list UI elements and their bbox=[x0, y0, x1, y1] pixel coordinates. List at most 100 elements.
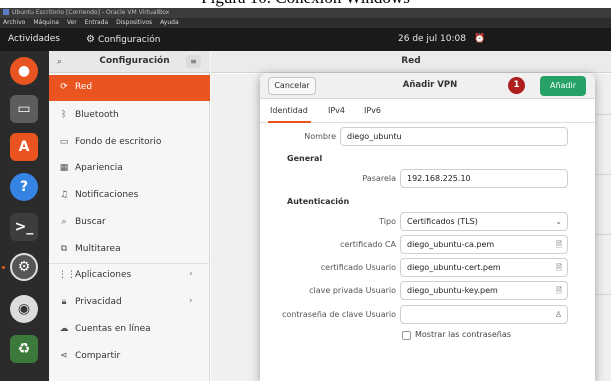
gear-icon: ⚙ bbox=[86, 34, 95, 45]
clock[interactable]: 26 de jul 10:08 ⏰ bbox=[398, 34, 485, 44]
app-menu[interactable]: ⚙ Configuración bbox=[86, 34, 160, 45]
search-icon[interactable]: ⌕ bbox=[57, 57, 62, 67]
firefox-icon[interactable]: ● bbox=[10, 57, 38, 85]
hamburger-menu-icon[interactable]: ≡ bbox=[186, 55, 201, 68]
sidebar-item-red[interactable]: ⟳ Red bbox=[49, 75, 210, 101]
sidebar-item-label: Apariencia bbox=[75, 163, 123, 173]
sidebar-item-privacidad[interactable]: 🔒︎ Privacidad › bbox=[49, 290, 210, 316]
gateway-field-value: 192.168.225.10 bbox=[407, 174, 471, 183]
key-password-label: contraseña de clave Usuario bbox=[282, 310, 396, 319]
name-field[interactable]: diego_ubuntu bbox=[340, 127, 568, 146]
vbox-title-text: Ubuntu Escritorio [Corriendo] - Oracle V… bbox=[12, 9, 170, 16]
sidebar-item-multitarea[interactable]: ⧉ Multitarea bbox=[49, 237, 210, 263]
sidebar-item-label: Cuentas en línea bbox=[75, 324, 151, 334]
network-icon: ⟳ bbox=[60, 82, 68, 92]
share-icon: ⋖ bbox=[60, 351, 68, 361]
virtualbox-icon bbox=[3, 9, 9, 15]
page-title: Red bbox=[401, 56, 421, 66]
sidebar-item-label: Bluetooth bbox=[75, 110, 119, 120]
multitask-icon: ⧉ bbox=[60, 244, 68, 254]
menu-maquina[interactable]: Máquina bbox=[33, 19, 59, 26]
content-header: Red bbox=[211, 51, 611, 73]
tab-ipv4[interactable]: IPv4 bbox=[328, 106, 345, 115]
search-icon: ⌕ bbox=[61, 217, 67, 227]
type-select[interactable]: Certificados (TLS) ⌄ bbox=[400, 212, 568, 231]
gnome-topbar: Actividades ⚙ Configuración 26 de jul 10:… bbox=[0, 28, 611, 51]
user-cert-field[interactable]: diego_ubuntu-cert.pem 🗎 bbox=[400, 258, 568, 277]
sidebar-item-compartir[interactable]: ⋖ Compartir bbox=[49, 344, 210, 370]
sidebar-item-notificaciones[interactable]: ♫ Notificaciones bbox=[49, 183, 210, 209]
files-icon[interactable]: ▭ bbox=[10, 95, 38, 123]
bell-icon: ♫ bbox=[59, 190, 69, 200]
sidebar-item-label: Fondo de escritorio bbox=[75, 137, 162, 147]
apps-icon: ⋮⋮ bbox=[58, 270, 76, 280]
help-icon[interactable]: ? bbox=[10, 173, 38, 201]
dialog-header: Cancelar Añadir VPN 1 Añadir bbox=[260, 73, 595, 99]
menu-dispositivos[interactable]: Dispositivos bbox=[116, 19, 152, 26]
clock-label: 26 de jul 10:08 bbox=[398, 34, 466, 44]
bluetooth-icon: ᛒ bbox=[61, 110, 67, 120]
gateway-label: Pasarela bbox=[362, 174, 396, 183]
file-picker-icon[interactable]: 🗎 bbox=[556, 236, 562, 253]
ca-cert-label: certificado CA bbox=[340, 240, 396, 249]
sidebar-item-label: Red bbox=[75, 82, 93, 92]
chevron-right-icon: › bbox=[189, 296, 193, 306]
sidebar-item-label: Notificaciones bbox=[75, 190, 139, 200]
sidebar-item-apariencia[interactable]: ▦ Apariencia bbox=[49, 156, 210, 182]
ca-cert-value: diego_ubuntu-ca.pem bbox=[407, 240, 495, 249]
general-section-label: General bbox=[287, 154, 323, 163]
menu-ayuda[interactable]: Ayuda bbox=[160, 19, 179, 26]
name-field-value: diego_ubuntu bbox=[347, 132, 402, 141]
sidebar-item-cuentas[interactable]: ☁ Cuentas en línea bbox=[49, 317, 210, 343]
disc-icon[interactable]: ◉ bbox=[10, 295, 38, 323]
alarm-icon: ⏰ bbox=[473, 34, 486, 44]
sidebar-item-fondo[interactable]: ▭ Fondo de escritorio bbox=[49, 130, 210, 156]
sidebar-item-aplicaciones[interactable]: ⋮⋮ Aplicaciones › bbox=[49, 263, 210, 289]
sidebar-title: Configuración bbox=[99, 56, 170, 66]
trash-icon[interactable]: ♻ bbox=[10, 335, 38, 363]
person-icon[interactable]: ♙ bbox=[555, 306, 562, 323]
sidebar-item-bluetooth[interactable]: ᛒ Bluetooth bbox=[49, 103, 210, 129]
cancel-button[interactable]: Cancelar bbox=[268, 77, 316, 95]
user-cert-label: certificado Usuario bbox=[320, 263, 396, 272]
wallpaper-icon: ▭ bbox=[59, 137, 69, 147]
show-passwords-checkbox[interactable] bbox=[402, 331, 411, 340]
user-key-field[interactable]: diego_ubuntu-key.pem 🗎 bbox=[400, 281, 568, 300]
running-indicator bbox=[2, 266, 5, 269]
sidebar-item-label: Buscar bbox=[75, 217, 106, 227]
settings-icon[interactable]: ⚙ bbox=[10, 253, 38, 281]
tab-identidad[interactable]: Identidad bbox=[270, 106, 308, 115]
key-password-field[interactable]: ♙ bbox=[400, 305, 568, 324]
figure-caption-text: Figura 10. Conexión Windows bbox=[0, 0, 611, 8]
sidebar-header: ⌕ Configuración ≡ bbox=[49, 51, 210, 73]
user-key-label: clave privada Usuario bbox=[309, 286, 396, 295]
file-picker-icon[interactable]: 🗎 bbox=[556, 282, 562, 299]
sidebar-item-label: Aplicaciones bbox=[75, 270, 132, 280]
file-picker-icon[interactable]: 🗎 bbox=[556, 259, 562, 276]
user-key-value: diego_ubuntu-key.pem bbox=[407, 286, 498, 295]
ca-cert-field[interactable]: diego_ubuntu-ca.pem 🗎 bbox=[400, 235, 568, 254]
chevron-down-icon: ⌄ bbox=[555, 217, 562, 226]
active-tab-indicator bbox=[268, 121, 311, 123]
vbox-menubar: Archivo Máquina Ver Entrada Dispositivos… bbox=[0, 18, 611, 28]
menu-ver[interactable]: Ver bbox=[67, 19, 77, 26]
dialog-title: Añadir VPN bbox=[402, 80, 458, 90]
user-cert-value: diego_ubuntu-cert.pem bbox=[407, 263, 501, 272]
software-store-icon[interactable]: A bbox=[10, 133, 38, 161]
tab-ipv6[interactable]: IPv6 bbox=[364, 106, 381, 115]
terminal-icon[interactable]: >_ bbox=[10, 213, 38, 241]
settings-sidebar: ⌕ Configuración ≡ ⟳ Red ᛒ Bluetooth ▭ Fo… bbox=[49, 51, 210, 381]
type-label: Tipo bbox=[379, 217, 396, 226]
cloud-icon: ☁ bbox=[59, 324, 69, 334]
auth-section-label: Autenticación bbox=[287, 197, 350, 206]
sidebar-item-buscar[interactable]: ⌕ Buscar bbox=[49, 210, 210, 236]
add-button[interactable]: Añadir bbox=[540, 76, 586, 96]
chevron-right-icon: › bbox=[189, 269, 193, 279]
gateway-field[interactable]: 192.168.225.10 bbox=[400, 169, 568, 188]
menu-archivo[interactable]: Archivo bbox=[3, 19, 25, 26]
dialog-tabs: Identidad IPv4 IPv6 bbox=[260, 99, 595, 123]
activities-button[interactable]: Actividades bbox=[8, 34, 60, 44]
show-passwords-label: Mostrar las contraseñas bbox=[415, 330, 511, 339]
menu-entrada[interactable]: Entrada bbox=[85, 19, 109, 26]
sidebar-item-label: Multitarea bbox=[75, 244, 121, 254]
